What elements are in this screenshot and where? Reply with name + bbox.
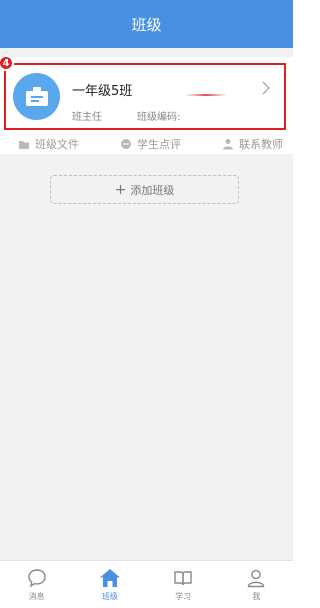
menu-item-label: 联系教师: [239, 138, 283, 151]
user-icon: [245, 567, 267, 589]
plus-icon: +: [114, 181, 127, 198]
tab-me[interactable]: 我: [220, 561, 293, 608]
add-class-label: 添加班级: [130, 183, 175, 197]
tab-messages[interactable]: 消息: [0, 561, 73, 608]
page-title: 班级: [131, 15, 162, 34]
annotation-highlight-box: [4, 63, 286, 130]
chat-bubble-icon: [26, 567, 48, 589]
class-actions-menu: 班级文件 学生点评 联系教师: [0, 134, 293, 154]
page-header: 班级: [0, 0, 293, 48]
menu-item-class-files[interactable]: 班级文件: [18, 136, 79, 152]
person-icon: [222, 138, 234, 150]
home-icon: [99, 567, 121, 589]
add-class-button[interactable]: + 添加班级: [50, 175, 239, 204]
menu-item-label: 学生点评: [137, 138, 181, 151]
tab-label: 班级: [101, 592, 118, 601]
menu-item-label: 班级文件: [35, 138, 79, 151]
book-icon: [172, 567, 194, 589]
tab-class[interactable]: 班级: [73, 561, 146, 608]
tab-label: 消息: [28, 592, 45, 601]
comment-icon: [120, 138, 132, 150]
folder-icon: [18, 138, 30, 150]
menu-item-contact-teacher[interactable]: 联系教师: [222, 136, 283, 152]
tab-label: 我: [252, 592, 261, 601]
bottom-tab-bar: 消息 班级 学习 我: [0, 560, 293, 608]
tab-label: 学习: [175, 592, 192, 601]
tab-study[interactable]: 学习: [147, 561, 220, 608]
menu-item-student-review[interactable]: 学生点评: [120, 136, 181, 152]
page: 班级 一年级5班 班主任 班级编码: 4 班级文件 学生点评 联系教师 + 添加…: [0, 0, 293, 608]
